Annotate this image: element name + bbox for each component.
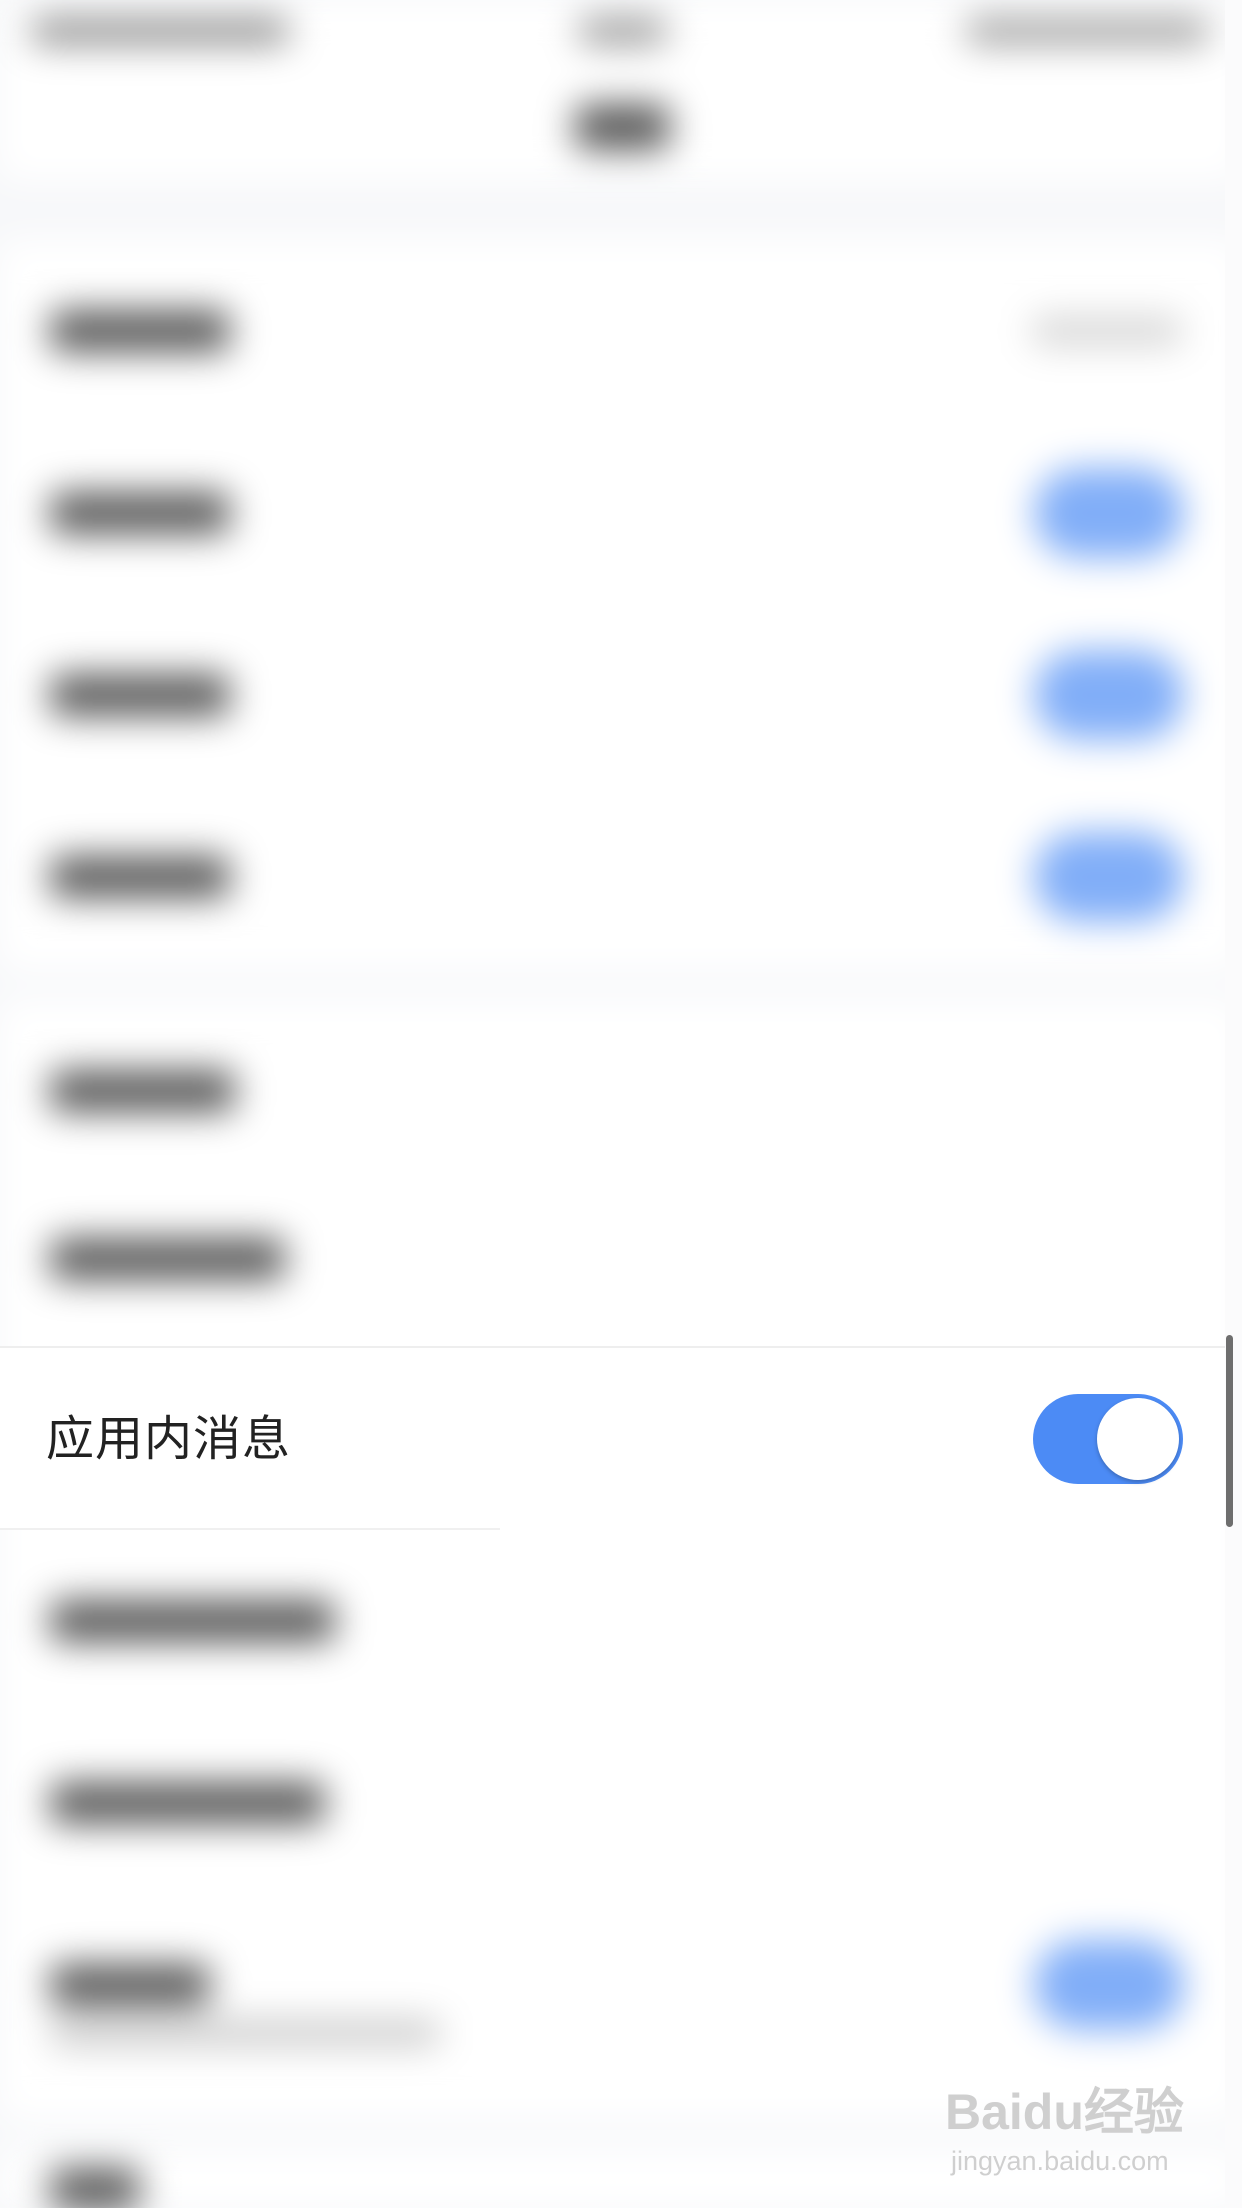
watermark: Baidu经验 jingyan.baidu.com	[945, 2080, 1205, 2190]
row-toggle[interactable]	[1034, 650, 1184, 740]
watermark-url: jingyan.baidu.com	[951, 2146, 1169, 2176]
row-label	[50, 1070, 235, 1112]
navigation-bar	[0, 60, 1242, 180]
row-divider	[0, 1528, 500, 1530]
setting-row-in-app-messages[interactable]: 应用内消息	[0, 1348, 1225, 1530]
row-toggle[interactable]	[1034, 1940, 1184, 2030]
setting-label: 应用内消息	[46, 1411, 292, 1467]
settings-group-1	[0, 240, 1242, 970]
settings-row[interactable]	[0, 1894, 1242, 2076]
settings-row[interactable]	[0, 1712, 1242, 1894]
row-subtitle	[50, 2020, 440, 2046]
row-value	[1032, 316, 1182, 346]
scrollbar-track[interactable]	[1225, 0, 1242, 2208]
row-label	[50, 1964, 210, 2006]
settings-row[interactable]	[0, 240, 1242, 422]
settings-page: 应用内消息 Baidu经验 jingyan.baidu.com	[0, 0, 1242, 2208]
row-toggle[interactable]	[1034, 468, 1184, 558]
status-bar-right	[965, 18, 1210, 44]
row-label	[50, 1782, 325, 1824]
status-bar-left	[30, 18, 290, 44]
settings-row[interactable]	[0, 1530, 1242, 1712]
settings-row[interactable]	[0, 786, 1242, 968]
watermark-logo: Baidu经验	[945, 2084, 1184, 2140]
toggle-knob	[1097, 1398, 1179, 1480]
settings-row[interactable]	[0, 604, 1242, 786]
in-app-messages-toggle[interactable]	[1033, 1394, 1183, 1484]
settings-row[interactable]	[0, 422, 1242, 604]
settings-group-2	[0, 1000, 1242, 2120]
row-toggle[interactable]	[1034, 832, 1184, 922]
row-label	[50, 674, 230, 716]
status-bar-time	[578, 18, 668, 44]
nav-title	[575, 104, 670, 150]
row-label	[50, 310, 230, 352]
row-label	[50, 2168, 140, 2208]
status-bar	[0, 0, 1242, 60]
row-label	[50, 1600, 335, 1642]
settings-row[interactable]	[0, 1000, 1242, 1182]
blurred-background	[0, 0, 1242, 2208]
settings-row[interactable]	[0, 1168, 1242, 1350]
scrollbar-thumb[interactable]	[1226, 1335, 1233, 1527]
row-label	[50, 492, 230, 534]
row-label	[50, 1238, 285, 1280]
row-label	[50, 856, 230, 898]
